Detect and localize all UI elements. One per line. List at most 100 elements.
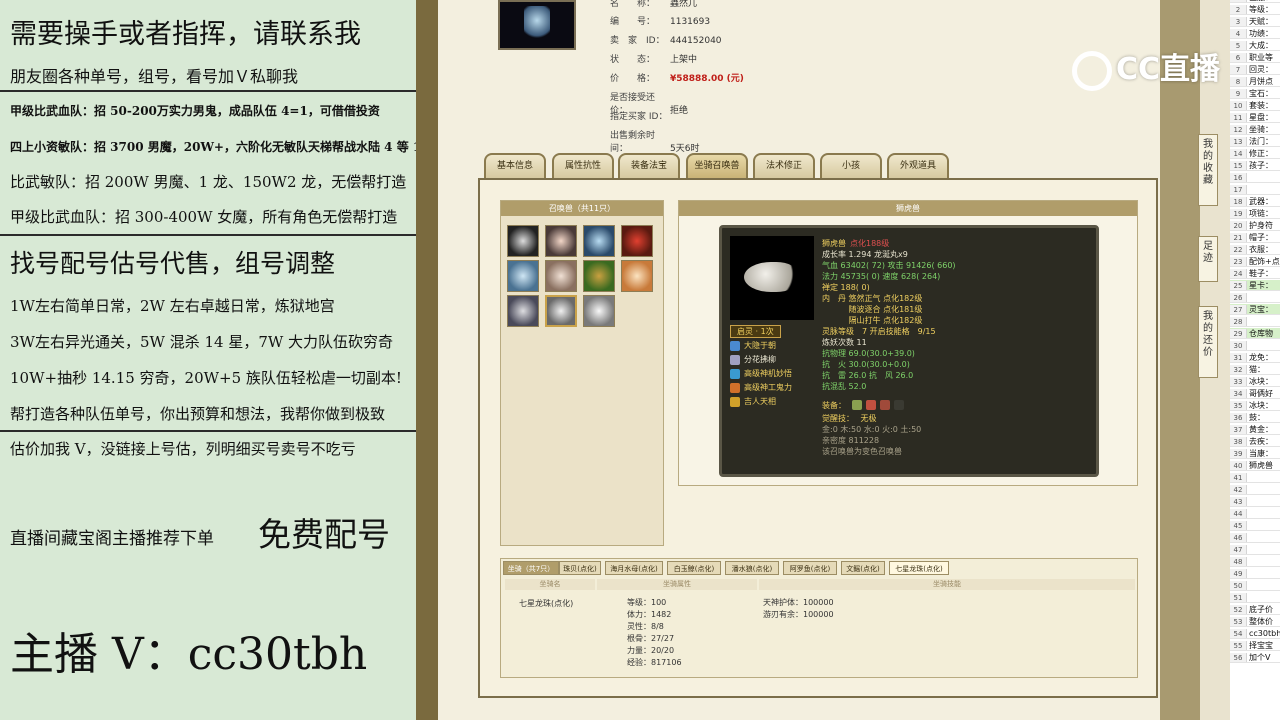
mount-tab[interactable]: 阿罗鱼(点化) (783, 561, 837, 575)
mount-tab[interactable]: 潘水狼(点化) (725, 561, 779, 575)
sheet-row[interactable]: 32 猫： (1230, 364, 1280, 375)
sheet-row[interactable]: 37 黄金： (1230, 424, 1280, 435)
sheet-row[interactable]: 12 坐骑： (1230, 124, 1280, 135)
tab-appearance[interactable]: 外观道具 (887, 153, 949, 178)
sheet-row[interactable]: 38 去疾： (1230, 436, 1280, 447)
my-offers-button[interactable]: 我的还价 (1198, 306, 1218, 378)
sheet-row[interactable]: 40 狮虎兽 (1230, 460, 1280, 471)
sheet-row[interactable]: 15 孩子： (1230, 160, 1280, 171)
mount-tab[interactable]: 文鳐(点化) (841, 561, 885, 575)
mount-stat: 灵性：8/8 (627, 622, 664, 631)
mount-tab[interactable]: 白玉鲸(点化) (667, 561, 721, 575)
sheet-row[interactable]: 45 (1230, 520, 1280, 531)
sheet-row[interactable]: 13 法门： (1230, 136, 1280, 147)
mount-stat: 经验：817106 (627, 658, 682, 667)
favorites-button[interactable]: 我的收藏 (1198, 134, 1218, 206)
equip-icon[interactable] (880, 400, 890, 410)
tab-attributes[interactable]: 属性抗性 (552, 153, 614, 178)
sheet-row[interactable]: 7 回灵： (1230, 64, 1280, 75)
sheet-row[interactable]: 9 宝石： (1230, 88, 1280, 99)
mount-tab-active[interactable]: 七星龙珠(点化) (889, 561, 949, 575)
tab-child[interactable]: 小孩 (820, 153, 882, 178)
cell-text: 大成： (1249, 41, 1273, 50)
mount-tab[interactable]: 珠贝(点化) (559, 561, 601, 575)
sheet-row[interactable]: 22 衣服： (1230, 244, 1280, 255)
sheet-row[interactable]: 24 鞋子： (1230, 268, 1280, 279)
sheet-row[interactable]: 23 配饰+点 (1230, 256, 1280, 267)
summon-thumb[interactable] (507, 295, 539, 327)
cell-text: 护身符 (1249, 221, 1273, 230)
sheet-row[interactable]: 28 (1230, 316, 1280, 327)
sheet-row[interactable]: 35 冰块： (1230, 400, 1280, 411)
cell-text: 冰块： (1249, 401, 1273, 410)
mount-tab[interactable]: 海月水母(点化) (605, 561, 663, 575)
sheet-row[interactable]: 43 (1230, 496, 1280, 507)
row-number: 50 (1230, 581, 1247, 590)
history-button[interactable]: 足迹 (1198, 236, 1218, 282)
promo-line: 比武敏队：招 200W 男魔、1 龙、150W2 龙，无偿帮打造 (10, 173, 407, 191)
summon-thumb[interactable] (621, 225, 653, 257)
sheet-row[interactable]: 36 鼓： (1230, 412, 1280, 423)
sheet-row[interactable]: 11 星盘： (1230, 112, 1280, 123)
sheet-row[interactable]: 31 龙免： (1230, 352, 1280, 363)
sheet-row[interactable]: 26 (1230, 292, 1280, 303)
sheet-row[interactable]: 19 项链： (1230, 208, 1280, 219)
equip-icon[interactable] (852, 400, 862, 410)
summon-thumb[interactable] (621, 260, 653, 292)
sheet-row[interactable]: 51 (1230, 592, 1280, 603)
sheet-row[interactable]: 30 (1230, 340, 1280, 351)
summon-thumb[interactable] (583, 295, 615, 327)
sheet-row[interactable]: 10 套装： (1230, 100, 1280, 111)
sheet-row[interactable]: 54 cc30tbh (1230, 628, 1280, 639)
summon-thumb[interactable] (545, 225, 577, 257)
row-number: 4 (1230, 29, 1247, 38)
summon-thumb[interactable] (583, 260, 615, 292)
tab-equipment[interactable]: 装备法宝 (618, 153, 680, 178)
sheet-row[interactable]: 8 月饼点 (1230, 76, 1280, 87)
equip-icon[interactable] (866, 400, 876, 410)
sheet-row[interactable]: 49 (1230, 568, 1280, 579)
sheet-row[interactable]: 34 哥俩好 (1230, 388, 1280, 399)
skill-icon (730, 355, 740, 365)
sheet-row[interactable]: 20 护身符 (1230, 220, 1280, 231)
sheet-row[interactable]: 55 择宝宝 (1230, 640, 1280, 651)
sheet-row[interactable]: 21 帽子： (1230, 232, 1280, 243)
tab-basic-info[interactable]: 基本信息 (484, 153, 546, 178)
sheet-row[interactable]: 53 整体价 (1230, 616, 1280, 627)
sheet-row[interactable]: 52 底子价 (1230, 604, 1280, 615)
sheet-row[interactable]: 41 (1230, 472, 1280, 483)
sheet-row[interactable]: 56 加个V (1230, 652, 1280, 663)
sheet-row[interactable]: 33 冰块： (1230, 376, 1280, 387)
sheet-row[interactable]: 27 灵宝： (1230, 304, 1280, 315)
sheet-row[interactable]: 14 修正： (1230, 148, 1280, 159)
sheet-row[interactable]: 6 职业等 (1230, 52, 1280, 63)
sheet-row[interactable]: 16 (1230, 172, 1280, 183)
sheet-row[interactable]: 44 (1230, 508, 1280, 519)
sheet-row[interactable]: 42 (1230, 484, 1280, 495)
sheet-row[interactable]: 5 大成： (1230, 40, 1280, 51)
cell-text: 孩子： (1249, 161, 1273, 170)
summon-thumb[interactable] (507, 260, 539, 292)
summon-thumb[interactable] (545, 260, 577, 292)
sheet-row[interactable]: 18 武器： (1230, 196, 1280, 207)
summon-thumb-selected[interactable] (545, 295, 577, 327)
summon-thumb[interactable] (507, 225, 539, 257)
summon-detail-panel: 狮虎兽 狮虎兽 点化188级 成长率 1.294 龙涎丸x9 气血 63402(… (678, 200, 1138, 486)
sheet-row[interactable]: 39 当康： (1230, 448, 1280, 459)
sheet-row[interactable]: 3 天赋： (1230, 16, 1280, 27)
sheet-row[interactable]: 29 仓库物 (1230, 328, 1280, 339)
cc-live-watermark: CC直播 (1072, 44, 1242, 94)
sheet-row[interactable]: 48 (1230, 556, 1280, 567)
tab-mounts-summons[interactable]: 坐骑召唤兽 (686, 153, 748, 178)
sheet-row[interactable]: 46 (1230, 532, 1280, 543)
sheet-row[interactable]: 17 (1230, 184, 1280, 195)
sheet-row[interactable]: 1区服： (1230, 0, 1280, 3)
summon-thumb[interactable] (583, 225, 615, 257)
sheet-row[interactable]: 47 (1230, 544, 1280, 555)
sheet-row[interactable]: 50 (1230, 580, 1280, 591)
sheet-row[interactable]: 25 星卡： (1230, 280, 1280, 291)
tab-spell-mods[interactable]: 法术修正 (753, 153, 815, 178)
sheet-row[interactable]: 4 功绩： (1230, 28, 1280, 39)
row-number: 56 (1230, 653, 1247, 662)
sheet-row[interactable]: 2 等级： (1230, 4, 1280, 15)
